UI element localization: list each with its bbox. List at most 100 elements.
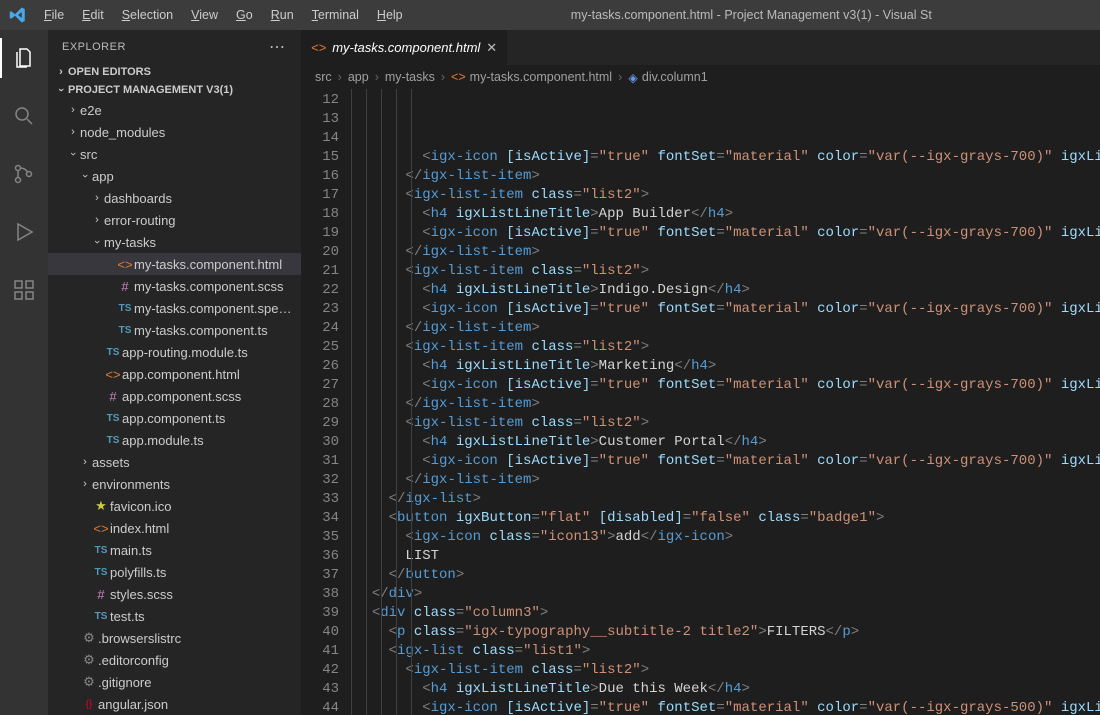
code-line[interactable]: <igx-list-item class="list2"> — [355, 262, 1100, 281]
folder-row[interactable]: ›src — [48, 143, 301, 165]
file-row[interactable]: TSapp.component.ts — [48, 407, 301, 429]
line-number: 33 — [301, 490, 339, 509]
code-line[interactable]: <igx-list-item class="list2"> — [355, 661, 1100, 680]
code-line[interactable]: <div class="column3"> — [355, 604, 1100, 623]
code-line[interactable]: </igx-list-item> — [355, 395, 1100, 414]
file-label: angular.json — [98, 697, 295, 712]
menu-view[interactable]: View — [183, 4, 226, 26]
code-line[interactable]: </igx-list-item> — [355, 167, 1100, 186]
breadcrumb-item[interactable]: src — [315, 70, 332, 84]
file-row[interactable]: <>index.html — [48, 517, 301, 539]
source-control-activity-icon[interactable] — [0, 154, 48, 194]
file-row[interactable]: #styles.scss — [48, 583, 301, 605]
folder-row[interactable]: ›dashboards — [48, 187, 301, 209]
line-gutter: 1213141516171819202122232425262728293031… — [301, 89, 351, 715]
code-line[interactable]: <igx-list class="list1"> — [355, 642, 1100, 661]
folder-row[interactable]: ›error-routing — [48, 209, 301, 231]
code-line[interactable]: <igx-icon [isActive]="true" fontSet="mat… — [355, 452, 1100, 471]
code-line[interactable]: <igx-icon class="icon13">add</igx-icon> — [355, 528, 1100, 547]
code-line[interactable]: <igx-icon [isActive]="true" fontSet="mat… — [355, 300, 1100, 319]
file-row[interactable]: TSapp-routing.module.ts — [48, 341, 301, 363]
code-line[interactable]: <p class="igx-typography__subtitle-2 tit… — [355, 623, 1100, 642]
code-line[interactable]: </button> — [355, 566, 1100, 585]
file-row[interactable]: TSpolyfills.ts — [48, 561, 301, 583]
file-label: polyfills.ts — [110, 565, 295, 580]
line-number: 21 — [301, 262, 339, 281]
code-line[interactable]: <h4 igxListLineTitle>Marketing</h4> — [355, 357, 1100, 376]
code-line[interactable]: LIST — [355, 547, 1100, 566]
search-activity-icon[interactable] — [0, 96, 48, 136]
extensions-activity-icon[interactable] — [0, 270, 48, 310]
file-row[interactable]: TSmy-tasks.component.spec.ts — [48, 297, 301, 319]
file-row[interactable]: ⚙.browserslistrc — [48, 627, 301, 649]
ts-file-icon: TS — [104, 413, 122, 424]
file-row[interactable]: <>app.component.html — [48, 363, 301, 385]
breadcrumb-item[interactable]: app — [348, 70, 369, 84]
code-line[interactable]: </igx-list-item> — [355, 319, 1100, 338]
folder-row[interactable]: ›e2e — [48, 99, 301, 121]
folder-row[interactable]: ›my-tasks — [48, 231, 301, 253]
file-row[interactable]: #app.component.scss — [48, 385, 301, 407]
run-debug-activity-icon[interactable] — [0, 212, 48, 252]
breadcrumb-item[interactable]: my-tasks — [385, 70, 435, 84]
code-line[interactable]: <igx-icon [isActive]="true" fontSet="mat… — [355, 148, 1100, 167]
file-row[interactable]: TSmain.ts — [48, 539, 301, 561]
menu-selection[interactable]: Selection — [114, 4, 181, 26]
file-row[interactable]: ⚙.gitignore — [48, 671, 301, 693]
folder-row[interactable]: ›environments — [48, 473, 301, 495]
file-row[interactable]: TSmy-tasks.component.ts — [48, 319, 301, 341]
line-number: 28 — [301, 395, 339, 414]
line-number: 40 — [301, 623, 339, 642]
line-number: 16 — [301, 167, 339, 186]
code-line[interactable]: <igx-icon [isActive]="true" fontSet="mat… — [355, 699, 1100, 715]
breadcrumb-item[interactable]: ◈div.column1 — [628, 70, 707, 85]
file-row[interactable]: #my-tasks.component.scss — [48, 275, 301, 297]
code-line[interactable]: <h4 igxListLineTitle>App Builder</h4> — [355, 205, 1100, 224]
code-line[interactable]: <igx-list-item class="list2"> — [355, 186, 1100, 205]
menu-terminal[interactable]: Terminal — [304, 4, 367, 26]
code-line[interactable]: <igx-list-item class="list2"> — [355, 338, 1100, 357]
folder-row[interactable]: ›assets — [48, 451, 301, 473]
code-line[interactable]: <igx-icon [isActive]="true" fontSet="mat… — [355, 376, 1100, 395]
menu-edit[interactable]: Edit — [74, 4, 112, 26]
tab-my-tasks-html[interactable]: <> my-tasks.component.html ✕ — [301, 30, 508, 65]
html-file-icon: <> — [104, 367, 122, 382]
code-line[interactable]: </igx-list> — [355, 490, 1100, 509]
code-line[interactable]: <igx-list-item class="list2"> — [355, 414, 1100, 433]
menu-go[interactable]: Go — [228, 4, 261, 26]
explorer-activity-icon[interactable] — [0, 38, 48, 78]
code-line[interactable]: <h4 igxListLineTitle>Due this Week</h4> — [355, 680, 1100, 699]
chevron-right-icon: › — [54, 66, 68, 78]
file-row[interactable]: {}angular.json — [48, 693, 301, 715]
chevron-down-icon: › — [67, 147, 79, 161]
breadcrumb-item[interactable]: <>my-tasks.component.html — [451, 70, 612, 84]
code-lines[interactable]: <igx-icon [isActive]="true" fontSet="mat… — [351, 89, 1100, 715]
line-number: 43 — [301, 680, 339, 699]
code-editor[interactable]: 1213141516171819202122232425262728293031… — [301, 89, 1100, 715]
code-line[interactable]: <h4 igxListLineTitle>Customer Portal</h4… — [355, 433, 1100, 452]
code-line[interactable]: <igx-icon [isActive]="true" fontSet="mat… — [355, 224, 1100, 243]
code-line[interactable]: </igx-list-item> — [355, 471, 1100, 490]
file-row[interactable]: TStest.ts — [48, 605, 301, 627]
folder-row[interactable]: ›app — [48, 165, 301, 187]
file-row[interactable]: TSapp.module.ts — [48, 429, 301, 451]
menu-run[interactable]: Run — [263, 4, 302, 26]
scss-file-icon: # — [104, 389, 122, 404]
file-row[interactable]: <>my-tasks.component.html — [48, 253, 301, 275]
close-icon[interactable]: ✕ — [486, 40, 497, 56]
folder-row[interactable]: ›node_modules — [48, 121, 301, 143]
code-line[interactable]: </div> — [355, 585, 1100, 604]
line-number: 39 — [301, 604, 339, 623]
explorer-more-icon[interactable]: ⋯ — [269, 37, 287, 57]
breadcrumbs[interactable]: src›app›my-tasks›<>my-tasks.component.ht… — [301, 65, 1100, 89]
open-editors-section[interactable]: › OPEN EDITORS — [48, 63, 301, 81]
project-section[interactable]: › PROJECT MANAGEMENT V3(1) — [48, 81, 301, 99]
code-line[interactable]: <h4 igxListLineTitle>Indigo.Design</h4> — [355, 281, 1100, 300]
menu-file[interactable]: File — [36, 4, 72, 26]
file-row[interactable]: ★favicon.ico — [48, 495, 301, 517]
menu-help[interactable]: Help — [369, 4, 411, 26]
line-number: 20 — [301, 243, 339, 262]
file-row[interactable]: ⚙.editorconfig — [48, 649, 301, 671]
code-line[interactable]: </igx-list-item> — [355, 243, 1100, 262]
code-line[interactable]: <button igxButton="flat" [disabled]="fal… — [355, 509, 1100, 528]
